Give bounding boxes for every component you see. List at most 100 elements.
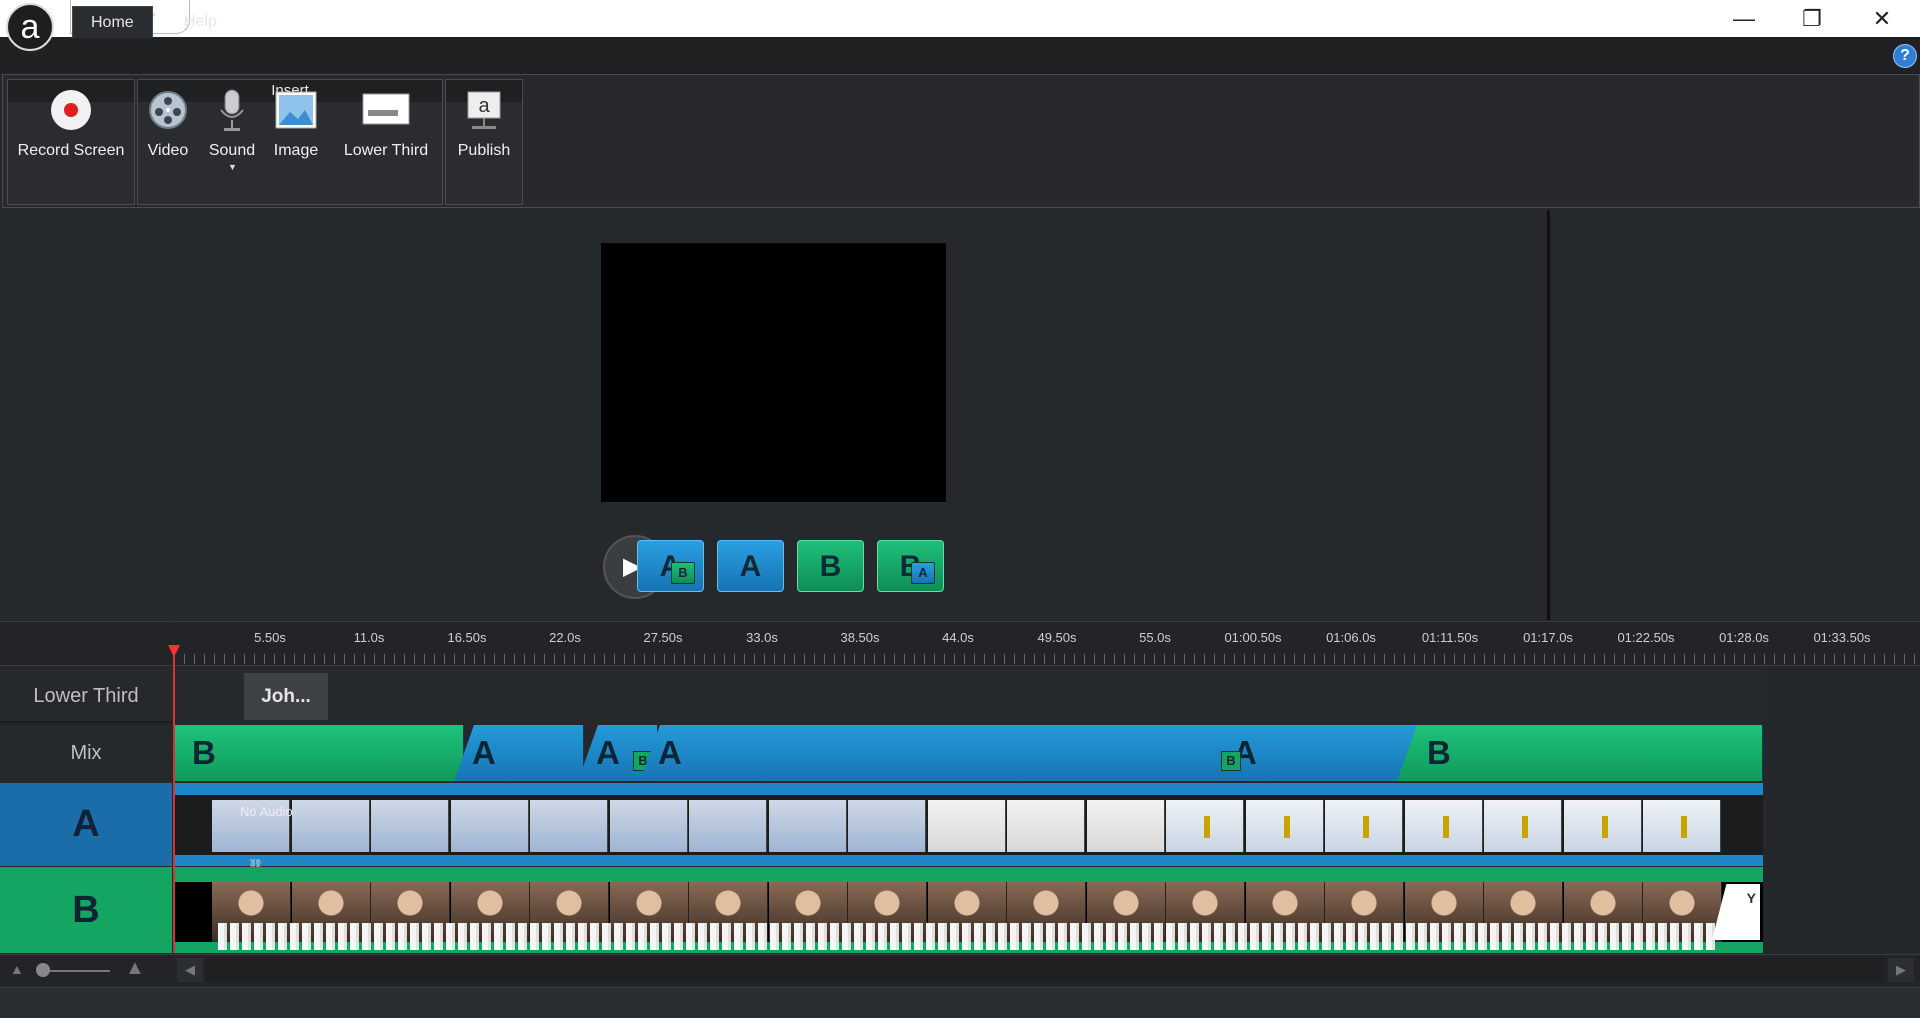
- track-label-b: B: [0, 867, 172, 953]
- record-screen-button[interactable]: Record Screen: [10, 86, 132, 170]
- layout-main-letter: B: [819, 550, 842, 583]
- ruler-tick-label: 01:17.0s: [1523, 630, 1573, 645]
- no-audio-label: No Audio: [240, 804, 293, 819]
- tab-help[interactable]: Help: [166, 6, 235, 37]
- track-a-footer-stripe: [174, 855, 1763, 866]
- ruler-tick-label: 5.50s: [254, 630, 286, 645]
- ruler-tick-label: 01:28.0s: [1719, 630, 1769, 645]
- dropdown-arrow-icon[interactable]: ▼: [228, 162, 237, 172]
- playhead-handle[interactable]: [168, 645, 180, 657]
- publish-button[interactable]: a Publish: [448, 86, 520, 170]
- app-logo[interactable]: a: [6, 3, 54, 51]
- ruler-tick-label: 01:06.0s: [1326, 630, 1376, 645]
- insert-lower-third-label: Lower Third: [343, 142, 429, 159]
- film-reel-icon: [146, 88, 190, 132]
- lower-third-clip[interactable]: Joh...: [244, 673, 328, 720]
- publish-label: Publish: [457, 142, 511, 159]
- ruler-tick-label: 01:11.50s: [1421, 630, 1479, 645]
- lower-third-track: [174, 669, 1763, 723]
- track-a-thumbnail[interactable]: [1166, 800, 1244, 852]
- image-icon: [274, 88, 318, 132]
- track-a-thumbnail[interactable]: [1484, 800, 1562, 852]
- help-icon[interactable]: ?: [1893, 44, 1917, 68]
- minimize-button[interactable]: —: [1710, 0, 1778, 37]
- ruler-tick-label: 44.0s: [942, 630, 974, 645]
- insert-group: Video Sound ▼ Image Lower Third Insert: [137, 79, 443, 205]
- zoom-in-icon[interactable]: ▲: [125, 957, 145, 980]
- tab-home[interactable]: Home: [72, 6, 153, 38]
- mix-segment-a[interactable]: A: [640, 725, 1215, 781]
- mix-segment-b[interactable]: B: [1397, 725, 1763, 781]
- playhead[interactable]: [173, 650, 175, 953]
- layout-b-only-button[interactable]: B: [797, 540, 864, 592]
- ruler-tick-label: 22.0s: [549, 630, 581, 645]
- ruler-tick-label: 16.50s: [447, 630, 487, 645]
- lower-third-icon: [362, 88, 410, 132]
- properties-panel: [1550, 210, 1920, 620]
- microphone-icon: [210, 88, 254, 132]
- track-a-thumbnail[interactable]: [768, 800, 847, 852]
- status-bar: [0, 987, 1920, 1018]
- timeline-scrollbar[interactable]: [205, 958, 1885, 982]
- insert-image-button[interactable]: Image: [268, 86, 324, 170]
- zoom-out-icon[interactable]: ▲: [10, 961, 24, 977]
- track-label-mix: Mix: [0, 725, 172, 781]
- track-label-lower-third: Lower Third: [0, 669, 172, 723]
- track-a-thumbnail[interactable]: [848, 800, 926, 852]
- ruler-tick-label: 49.50s: [1037, 630, 1077, 645]
- track-a-thumbnail[interactable]: [1245, 800, 1324, 852]
- ruler-tick-label: 01:22.50s: [1617, 630, 1675, 645]
- insert-sound-button[interactable]: Sound ▼: [204, 86, 260, 172]
- track-a-thumbnail[interactable]: [1643, 800, 1721, 852]
- publish-icon: a: [462, 88, 506, 132]
- scroll-left-button[interactable]: ◀: [177, 958, 203, 982]
- record-screen-label: Record Screen: [17, 142, 125, 159]
- close-button[interactable]: ✕: [1848, 0, 1916, 37]
- svg-text:a: a: [478, 95, 490, 117]
- publish-group: a Publish: [445, 79, 523, 205]
- ribbon: Record Screen Video Sound ▼ Image Lower …: [2, 74, 1920, 208]
- audio-waveform: [218, 923, 1718, 950]
- ruler-tick-label: 38.50s: [840, 630, 880, 645]
- track-a-thumbnail[interactable]: [1404, 800, 1483, 852]
- track-a-thumbnail[interactable]: [609, 800, 688, 852]
- record-icon: [49, 88, 93, 132]
- layout-b-with-a-inset-button[interactable]: B A: [877, 540, 944, 592]
- track-a-thumbnail[interactable]: [689, 800, 767, 852]
- record-group: Record Screen: [7, 79, 135, 205]
- scroll-right-button[interactable]: ▶: [1888, 958, 1914, 982]
- track-a-thumbnail[interactable]: [1325, 800, 1403, 852]
- layout-a-only-button[interactable]: A: [717, 540, 784, 592]
- track-a-thumbnail[interactable]: [450, 800, 529, 852]
- insert-video-label: Video: [147, 142, 189, 159]
- layout-main-letter: A: [739, 550, 762, 583]
- insert-video-button[interactable]: Video: [140, 86, 196, 170]
- mix-segment-a[interactable]: AB: [1193, 725, 1423, 781]
- track-a-thumbnail[interactable]: [1086, 800, 1165, 852]
- layout-a-with-b-inset-button[interactable]: A B: [637, 540, 704, 592]
- track-a-thumbnail[interactable]: [291, 800, 370, 852]
- ruler-tick-label: 01:00.50s: [1224, 630, 1282, 645]
- track-a-header-stripe: [174, 783, 1763, 795]
- insert-image-label: Image: [273, 142, 319, 159]
- ruler-tick-label: 11.0s: [353, 630, 385, 645]
- track-a-thumbnail[interactable]: [1563, 800, 1642, 852]
- track-a-thumbnail[interactable]: [927, 800, 1006, 852]
- ruler-tick-label: 33.0s: [746, 630, 778, 645]
- track-a-thumbnail[interactable]: [371, 800, 449, 852]
- mix-segment-a[interactable]: A: [454, 725, 584, 781]
- title-bar: [0, 0, 1920, 37]
- zoom-slider-knob[interactable]: [36, 963, 50, 977]
- timeline-ruler[interactable]: 5.50s 11.0s 16.50s 22.0s 27.50s 33.0s 38.50s 44…: [174, 621, 1920, 666]
- track-a-thumbnail[interactable]: [1007, 800, 1085, 852]
- track-a-thumbnail[interactable]: [530, 800, 608, 852]
- mix-segment-b[interactable]: B: [174, 725, 464, 781]
- restore-button[interactable]: ❐: [1778, 0, 1846, 37]
- insert-sound-label: Sound: [208, 142, 256, 159]
- layout-mini-letter: A: [911, 562, 935, 584]
- mix-inset-letter: B: [1221, 751, 1241, 771]
- video-preview[interactable]: [601, 243, 946, 502]
- layout-mini-letter: B: [671, 562, 695, 584]
- insert-lower-third-button[interactable]: Lower Third: [334, 86, 438, 170]
- ruler-corner: [0, 621, 172, 666]
